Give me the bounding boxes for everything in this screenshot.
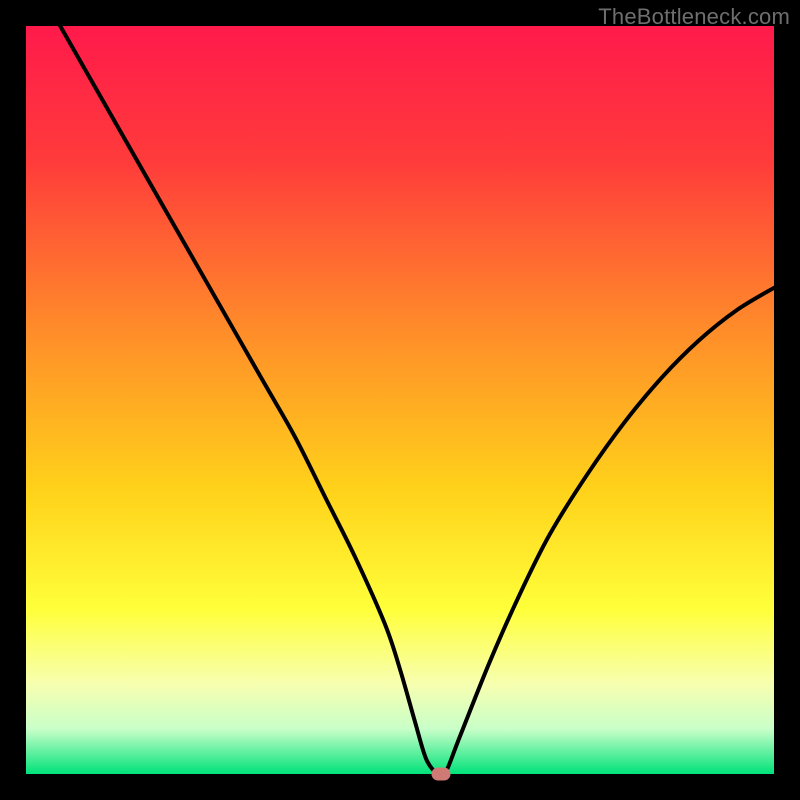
minimum-marker <box>432 768 451 781</box>
plot-area <box>26 26 774 774</box>
chart-frame: TheBottleneck.com <box>0 0 800 800</box>
watermark-text: TheBottleneck.com <box>598 4 790 30</box>
bottleneck-curve <box>26 26 774 774</box>
curve-path <box>26 0 774 777</box>
